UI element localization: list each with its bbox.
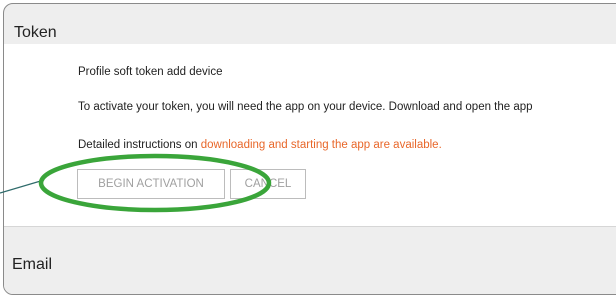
token-section-title: Token xyxy=(14,24,57,41)
profile-description: Profile soft token add device xyxy=(78,66,223,78)
details-line: Detailed instructions on downloading and… xyxy=(78,139,442,151)
token-panel: Profile soft token add device To activat… xyxy=(4,44,616,226)
activation-instructions: To activate your token, you will need th… xyxy=(78,101,533,113)
download-instructions-link[interactable]: downloading and starting the app are ava… xyxy=(201,139,442,151)
email-section-header[interactable]: Email xyxy=(4,226,616,294)
cancel-button[interactable]: CANCEL xyxy=(230,169,306,199)
email-section-title: Email xyxy=(12,256,53,273)
token-section-header: Token xyxy=(4,4,616,44)
settings-card: Token Profile soft token add device To a… xyxy=(3,3,616,295)
details-prefix: Detailed instructions on xyxy=(78,139,201,151)
begin-activation-button[interactable]: BEGIN ACTIVATION xyxy=(77,169,225,199)
